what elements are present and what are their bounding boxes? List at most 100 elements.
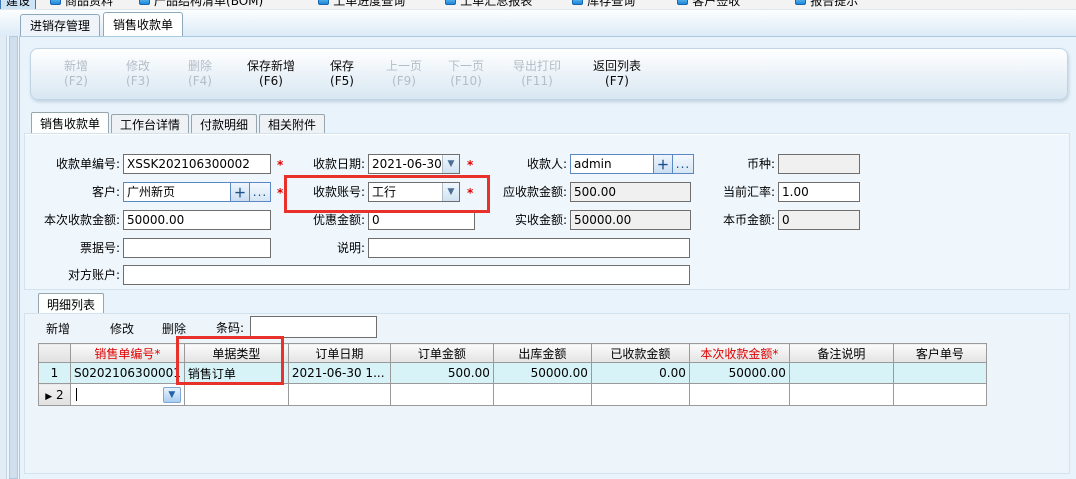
export-print-button: 导出打印(F11) (497, 59, 577, 89)
document-icon (445, 0, 456, 5)
top-menu-bar: 建设 商品资料 产品结构清单(BOM) 工单进度查询 工单汇总报表 库存查询 客… (0, 0, 1076, 10)
col-order-date[interactable]: 订单日期 (288, 344, 390, 363)
row-number: ▶ 2 (39, 384, 71, 406)
chevron-down-icon[interactable]: ▼ (163, 387, 181, 403)
note-label: 说明: (285, 238, 365, 258)
actual-amount-label: 实收金额: (487, 210, 567, 230)
ellipsis-icon[interactable]: ... (249, 183, 270, 201)
table-row-new[interactable]: ▶ 2 ▼ (39, 384, 987, 406)
currency-label: 币种: (690, 154, 775, 174)
new-button: 新增(F2) (45, 59, 107, 89)
actual-amount-input: 50000.00 (570, 210, 691, 230)
left-splitter[interactable] (0, 36, 7, 479)
tab-sales-receipt-form[interactable]: 销售收款单 (31, 112, 109, 134)
tab-payment-detail[interactable]: 付款明细 (191, 114, 257, 134)
discount-amount-input[interactable]: 0 (368, 210, 475, 230)
receivable-amount-input: 500.00 (570, 182, 691, 202)
menu-item-label: 建设 (6, 0, 30, 9)
menu-item-bom[interactable]: 产品结构清单(BOM) (139, 0, 263, 9)
customer-label: 客户: (10, 182, 120, 202)
bill-no-label: 票据号: (10, 238, 120, 258)
note-input[interactable] (368, 238, 690, 258)
cell-customer-order-no[interactable] (893, 363, 986, 384)
plus-icon[interactable]: ＋ (230, 183, 249, 201)
document-icon (50, 0, 61, 5)
receipt-date-label: 收款日期: (285, 154, 365, 174)
tab-sales-receipt[interactable]: 销售收款单 (103, 12, 183, 36)
menu-item-customer-sign[interactable]: 客户签收 (677, 0, 740, 9)
grid-corner (39, 344, 71, 363)
base-amount-label: 本币金额: (690, 210, 775, 230)
detail-delete-button[interactable]: 删除 (152, 320, 196, 337)
customer-lookup[interactable]: 广州新页 ＋ ... (123, 182, 271, 202)
discount-amount-label: 优惠金额: (285, 210, 365, 230)
col-customer-order-no[interactable]: 客户单号 (893, 344, 986, 363)
col-received-amount[interactable]: 已收款金额 (591, 344, 689, 363)
col-outbound-amount[interactable]: 出库金额 (493, 344, 591, 363)
document-icon (677, 0, 688, 5)
tab-detail-list[interactable]: 明细列表 (38, 293, 104, 314)
bill-no-input[interactable] (123, 238, 271, 258)
current-amount-input[interactable]: 50000.00 (123, 210, 271, 230)
toolbar: 新增(F2) 修改(F3) 删除(F4) 保存新增(F6) 保存(F5) 上一页… (30, 48, 1068, 100)
menu-item-workorder-report[interactable]: 工单汇总报表 (445, 0, 532, 9)
cell-received-amount[interactable]: 0.00 (591, 363, 689, 384)
form-tab-strip: 销售收款单 工作台详情 付款明细 相关附件 (31, 112, 327, 134)
base-amount-input: 0 (778, 210, 860, 230)
detail-add-button[interactable]: 新增 (36, 320, 80, 337)
cell-current-receipt-amount[interactable]: 50000.00 (689, 363, 789, 384)
document-icon (795, 0, 806, 5)
detail-edit-button[interactable]: 修改 (100, 320, 144, 337)
menu-item-selected[interactable]: 建设 (0, 0, 36, 10)
required-marker: * (467, 154, 473, 174)
annotation-box-doc-type-column (176, 336, 284, 385)
payee-lookup[interactable]: admin ＋ ... (570, 154, 694, 174)
counter-account-label: 对方账户: (10, 265, 120, 285)
chevron-down-icon[interactable]: ▼ (442, 155, 459, 173)
cell-remark[interactable] (789, 363, 893, 384)
annotation-box-receipt-account (284, 175, 490, 213)
tab-workbench-detail[interactable]: 工作台详情 (111, 114, 189, 134)
document-icon (572, 0, 583, 5)
text-cursor (76, 388, 77, 401)
cell-order-amount[interactable]: 500.00 (390, 363, 493, 384)
col-order-amount[interactable]: 订单金额 (390, 344, 493, 363)
save-button[interactable]: 保存(F5) (311, 59, 373, 89)
cell-outbound-amount[interactable]: 50000.00 (493, 363, 591, 384)
tab-attachments[interactable]: 相关附件 (259, 114, 325, 134)
exchange-rate-input[interactable]: 1.00 (778, 182, 860, 202)
row-number: 1 (39, 363, 71, 384)
tab-inventory-management[interactable]: 进销存管理 (20, 14, 100, 36)
menu-item-workorder-progress[interactable]: 工单进度查询 (318, 0, 405, 9)
back-to-list-button[interactable]: 返回列表(F7) (577, 59, 657, 89)
cell-order-date[interactable]: 2021-06-30 1... (288, 363, 390, 384)
exchange-rate-label: 当前汇率: (690, 182, 775, 202)
save-and-new-button[interactable]: 保存新增(F6) (231, 59, 311, 89)
menu-item-products[interactable]: 商品资料 (50, 0, 113, 9)
col-sales-order-no[interactable]: 销售单编号* (71, 344, 185, 363)
menu-item-stock-query[interactable]: 库存查询 (572, 0, 635, 9)
payee-label: 收款人: (487, 154, 567, 174)
currency-input (778, 154, 860, 174)
col-current-receipt-amount[interactable]: 本次收款金额* (689, 344, 789, 363)
delete-button: 删除(F4) (169, 59, 231, 89)
required-marker: * (277, 182, 283, 202)
cell-sales-order-no[interactable]: S0202106300001 (71, 363, 185, 384)
receivable-amount-label: 应收款金额: (487, 182, 567, 202)
main-tab-strip: 进销存管理 销售收款单 (0, 10, 1076, 36)
barcode-label: 条码: (200, 318, 244, 338)
document-icon (318, 0, 329, 5)
col-remark[interactable]: 备注说明 (789, 344, 893, 363)
plus-icon[interactable]: ＋ (653, 155, 672, 173)
receipt-no-input[interactable]: XSSK202106300002 (123, 154, 271, 174)
menu-item-report-tip[interactable]: 报告提示 (795, 0, 858, 9)
receipt-no-label: 收款单编号: (10, 154, 120, 174)
counter-account-input[interactable] (123, 265, 690, 285)
document-icon (139, 0, 150, 5)
receipt-date-combo[interactable]: 2021-06-30 15: ▼ (368, 154, 460, 174)
barcode-input[interactable] (250, 316, 377, 338)
next-page-button: 下一页(F10) (435, 59, 497, 89)
cell-sales-order-no-editor[interactable]: ▼ (71, 384, 185, 406)
current-amount-label: 本次收款金额: (10, 210, 120, 230)
current-row-marker-icon: ▶ (45, 392, 52, 402)
